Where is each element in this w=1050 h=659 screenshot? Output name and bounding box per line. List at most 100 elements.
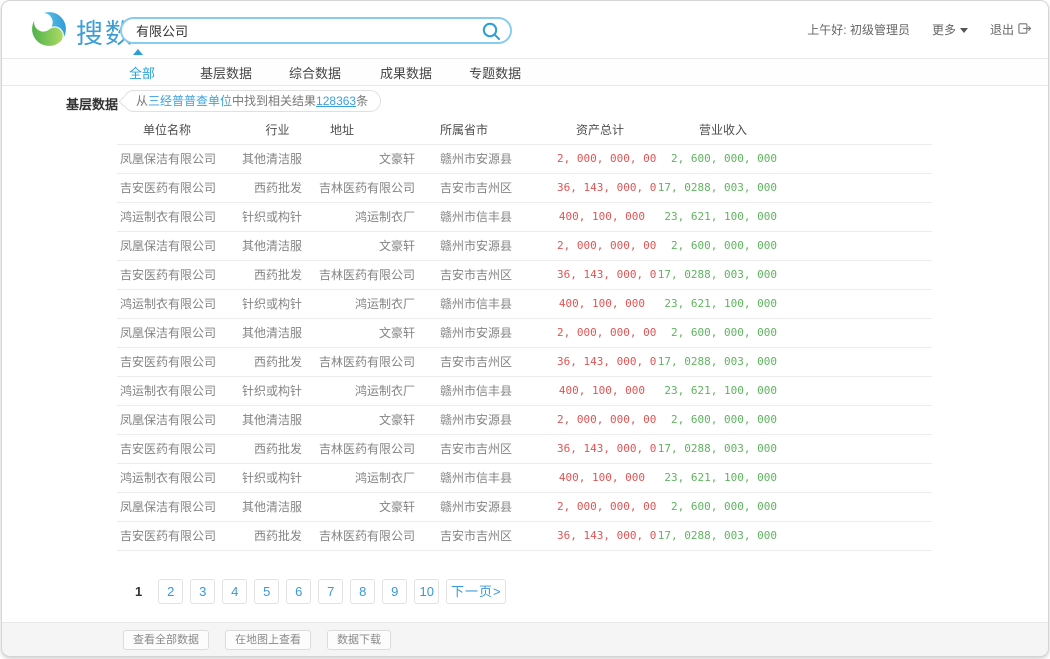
table-row[interactable]: 吉安医药有限公司西药批发吉林医药有限公司吉安市吉州区36, 143, 000, … — [117, 347, 932, 376]
bubble-notch-icon — [119, 97, 129, 107]
cell-company-name: 吉安医药有限公司 — [117, 521, 217, 550]
search-input[interactable] — [122, 19, 481, 42]
cell-address: 文豪轩 — [312, 144, 427, 173]
table-row[interactable]: 凤凰保洁有限公司其他清洁服文豪轩赣州市安源县2, 000, 000, 0002,… — [117, 231, 932, 260]
next-page-button[interactable]: 下一页> — [446, 579, 506, 604]
cell-revenue: 23, 621, 100, 000 — [657, 289, 932, 318]
cell-address: 吉林医药有限公司 — [312, 347, 427, 376]
data-download-button[interactable]: 数据下载 — [327, 630, 391, 650]
cell-company-name: 凤凰保洁有限公司 — [117, 231, 217, 260]
cell-revenue: 2, 600, 000, 000 — [657, 144, 932, 173]
tab-all[interactable]: 全部 — [129, 63, 155, 82]
page-button-2[interactable]: 2 — [158, 579, 183, 604]
page-button-4[interactable]: 4 — [222, 579, 247, 604]
col-header-total-assets: 资产总计 — [557, 116, 657, 144]
table-row[interactable]: 鸿运制衣有限公司针织或构针鸿运制衣厂赣州市信丰县400, 100, 00023,… — [117, 289, 932, 318]
table-row[interactable]: 凤凰保洁有限公司其他清洁服文豪轩赣州市安源县2, 000, 000, 0002,… — [117, 492, 932, 521]
cell-industry: 针织或构针 — [217, 463, 312, 492]
table-row[interactable]: 吉安医药有限公司西药批发吉林医药有限公司吉安市吉州区36, 143, 000, … — [117, 521, 932, 550]
page-button-8[interactable]: 8 — [350, 579, 375, 604]
cell-total-assets: 2, 000, 000, 000 — [557, 318, 657, 347]
logout-button[interactable]: 退出 — [990, 21, 1032, 38]
cell-revenue: 23, 621, 100, 000 — [657, 463, 932, 492]
cell-region: 赣州市信丰县 — [427, 202, 557, 231]
cell-total-assets: 400, 100, 000 — [557, 463, 657, 492]
cell-total-assets: 36, 143, 000, 000 — [557, 347, 657, 376]
cell-industry: 针织或构针 — [217, 376, 312, 405]
cell-industry: 其他清洁服 — [217, 492, 312, 521]
page-button-7[interactable]: 7 — [318, 579, 343, 604]
cell-region: 赣州市安源县 — [427, 492, 557, 521]
cell-industry: 西药批发 — [217, 347, 312, 376]
table-row[interactable]: 吉安医药有限公司西药批发吉林医药有限公司吉安市吉州区36, 143, 000, … — [117, 173, 932, 202]
table-row[interactable]: 凤凰保洁有限公司其他清洁服文豪轩赣州市安源县2, 000, 000, 0002,… — [117, 318, 932, 347]
source-link[interactable]: 三经普普查单位 — [148, 94, 232, 108]
cell-revenue: 2, 600, 000, 000 — [657, 405, 932, 434]
cell-company-name: 吉安医药有限公司 — [117, 347, 217, 376]
search-icon[interactable] — [481, 21, 501, 41]
cell-address: 文豪轩 — [312, 405, 427, 434]
cell-address: 文豪轩 — [312, 318, 427, 347]
cell-address: 吉林医药有限公司 — [312, 260, 427, 289]
results-table: 单位名称 行业 地址 所属省市 资产总计 营业收入 凤凰保洁有限公司其他清洁服文… — [117, 116, 932, 551]
logo[interactable]: 搜数 — [30, 10, 134, 53]
tab-achievement-data[interactable]: 成果数据 — [380, 63, 432, 82]
results-table-body: 凤凰保洁有限公司其他清洁服文豪轩赣州市安源县2, 000, 000, 0002,… — [117, 144, 932, 550]
cell-region: 赣州市安源县 — [427, 405, 557, 434]
cell-company-name: 凤凰保洁有限公司 — [117, 318, 217, 347]
cell-address: 吉林医药有限公司 — [312, 434, 427, 463]
cell-revenue: 17, 0288, 003, 000 — [657, 347, 932, 376]
page-button-9[interactable]: 9 — [382, 579, 407, 604]
cell-company-name: 鸿运制衣有限公司 — [117, 202, 217, 231]
section-label: 基层数据 — [66, 94, 118, 113]
cell-company-name: 凤凰保洁有限公司 — [117, 405, 217, 434]
result-count-link[interactable]: 128363 — [316, 94, 356, 108]
cell-industry: 针织或构针 — [217, 289, 312, 318]
cell-company-name: 凤凰保洁有限公司 — [117, 492, 217, 521]
table-row[interactable]: 鸿运制衣有限公司针织或构针鸿运制衣厂赣州市信丰县400, 100, 00023,… — [117, 376, 932, 405]
cell-revenue: 17, 0288, 003, 000 — [657, 260, 932, 289]
tab-bar: 全部 基层数据 综合数据 成果数据 专题数据 — [2, 58, 1048, 86]
table-row[interactable]: 吉安医药有限公司西药批发吉林医药有限公司吉安市吉州区36, 143, 000, … — [117, 434, 932, 463]
view-on-map-button[interactable]: 在地图上查看 — [225, 630, 311, 650]
page-button-6[interactable]: 6 — [286, 579, 311, 604]
cell-address: 吉林医药有限公司 — [312, 521, 427, 550]
page-button-5[interactable]: 5 — [254, 579, 279, 604]
cell-region: 赣州市信丰县 — [427, 376, 557, 405]
cell-company-name: 吉安医药有限公司 — [117, 173, 217, 202]
cell-region: 吉安市吉州区 — [427, 260, 557, 289]
page-button-3[interactable]: 3 — [190, 579, 215, 604]
tab-comprehensive-data[interactable]: 综合数据 — [289, 63, 341, 82]
col-header-region: 所属省市 — [427, 116, 557, 144]
cell-company-name: 鸿运制衣有限公司 — [117, 463, 217, 492]
top-bar: 搜数 上午好: 初级管理员 更多 退出 — [2, 1, 1048, 58]
cell-company-name: 鸿运制衣有限公司 — [117, 376, 217, 405]
logout-label: 退出 — [990, 21, 1014, 38]
result-summary-bubble: 从三经普普查单位中找到相关结果128363条 — [123, 90, 381, 112]
table-row[interactable]: 鸿运制衣有限公司针织或构针鸿运制衣厂赣州市信丰县400, 100, 00023,… — [117, 463, 932, 492]
table-row[interactable]: 吉安医药有限公司西药批发吉林医药有限公司吉安市吉州区36, 143, 000, … — [117, 260, 932, 289]
cell-revenue: 17, 0288, 003, 000 — [657, 434, 932, 463]
cell-industry: 西药批发 — [217, 434, 312, 463]
cell-industry: 其他清洁服 — [217, 318, 312, 347]
cell-industry: 西药批发 — [217, 521, 312, 550]
cell-total-assets: 36, 143, 000, 000 — [557, 173, 657, 202]
chevron-down-icon — [960, 28, 968, 33]
cell-total-assets: 2, 000, 000, 000 — [557, 231, 657, 260]
tab-basic-data[interactable]: 基层数据 — [200, 63, 252, 82]
more-menu-button[interactable]: 更多 — [932, 21, 968, 38]
table-row[interactable]: 凤凰保洁有限公司其他清洁服文豪轩赣州市安源县2, 000, 000, 0002,… — [117, 144, 932, 173]
view-all-data-button[interactable]: 查看全部数据 — [123, 630, 209, 650]
pagination: 1 2345678910 下一页> — [135, 579, 1048, 604]
table-header-row: 单位名称 行业 地址 所属省市 资产总计 营业收入 — [117, 116, 932, 144]
footer-bar: 查看全部数据在地图上查看数据下载 — [2, 622, 1048, 656]
cell-revenue: 17, 0288, 003, 000 — [657, 173, 932, 202]
page-button-10[interactable]: 10 — [414, 579, 439, 604]
cell-revenue: 23, 621, 100, 000 — [657, 202, 932, 231]
tab-topic-data[interactable]: 专题数据 — [469, 63, 521, 82]
greeting-text: 上午好: 初级管理员 — [807, 21, 910, 38]
more-label: 更多 — [932, 21, 956, 38]
table-row[interactable]: 凤凰保洁有限公司其他清洁服文豪轩赣州市安源县2, 000, 000, 0002,… — [117, 405, 932, 434]
table-row[interactable]: 鸿运制衣有限公司针织或构针鸿运制衣厂赣州市信丰县400, 100, 00023,… — [117, 202, 932, 231]
cell-revenue: 17, 0288, 003, 000 — [657, 521, 932, 550]
